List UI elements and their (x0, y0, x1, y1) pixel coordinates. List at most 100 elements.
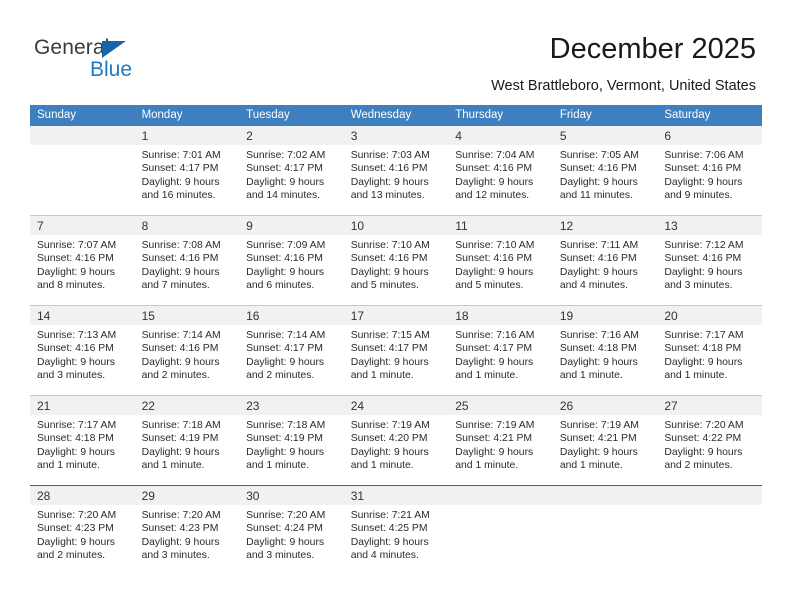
weekday-header-wednesday: Wednesday (343, 105, 449, 126)
daylight-minutes-text: and 13 minutes. (350, 190, 425, 202)
calendar-day-cell[interactable]: 2 Sunrise: 7:02 AM Sunset: 4:17 PM Daylight… (239, 126, 344, 216)
day-details: Sunrise: 7:15 AM Sunset: 4:17 PM Daylight:… (344, 325, 449, 383)
sunset-text: Sunset: 4:17 PM (455, 343, 533, 355)
calendar-day-cell[interactable]: 6 Sunrise: 7:06 AM Sunset: 4:16 PM Daylight… (657, 126, 762, 216)
day-details (448, 505, 553, 509)
day-details: Sunrise: 7:05 AM Sunset: 4:16 PM Daylight:… (553, 145, 658, 203)
weekday-header-thursday: Thursday (448, 105, 553, 126)
daylight-minutes-text: and 1 minute. (350, 460, 414, 472)
calendar-day-cell[interactable]: 13 Sunrise: 7:12 AM Sunset: 4:16 PM Dayligh… (657, 215, 762, 306)
calendar-day-cell-empty (448, 485, 553, 575)
calendar-day-cell[interactable]: 24 Sunrise: 7:19 AM Sunset: 4:20 PM Dayligh… (343, 395, 449, 486)
sunset-text: Sunset: 4:16 PM (37, 343, 114, 355)
day-details: Sunrise: 7:18 AM Sunset: 4:19 PM Daylight:… (135, 415, 240, 473)
calendar-day-cell[interactable]: 7 Sunrise: 7:07 AM Sunset: 4:16 PM Daylight… (30, 215, 135, 306)
day-number: 19 (559, 309, 574, 323)
sunrise-text: Sunrise: 7:17 AM (664, 330, 744, 341)
day-number: 4 (455, 129, 462, 143)
daylight-text: Daylight: 9 hours (37, 356, 115, 368)
day-details: Sunrise: 7:19 AM Sunset: 4:21 PM Daylight:… (448, 415, 553, 473)
day-details: Sunrise: 7:18 AM Sunset: 4:19 PM Daylight:… (239, 415, 344, 473)
day-details: Sunrise: 7:19 AM Sunset: 4:20 PM Daylight:… (344, 415, 449, 473)
calendar-day-cell[interactable]: 28 Sunrise: 7:20 AM Sunset: 4:23 PM Dayligh… (30, 485, 135, 575)
calendar-day-cell[interactable]: 14 Sunrise: 7:13 AM Sunset: 4:16 PM Dayligh… (30, 305, 135, 396)
day-details (553, 505, 658, 509)
calendar-day-cell[interactable]: 18 Sunrise: 7:16 AM Sunset: 4:17 PM Dayligh… (448, 305, 553, 396)
day-number: 23 (246, 399, 260, 413)
calendar-day-cell[interactable]: 30 Sunrise: 7:20 AM Sunset: 4:24 PM Dayligh… (239, 485, 344, 575)
day-number-band: 18 (448, 306, 553, 325)
sunset-text: Sunset: 4:16 PM (559, 253, 637, 265)
day-number-band: 22 (134, 396, 240, 415)
sunrise-text: Sunrise: 7:04 AM (455, 150, 535, 161)
daylight-minutes-text: and 4 minutes. (350, 550, 419, 562)
calendar-day-cell[interactable]: 15 Sunrise: 7:14 AM Sunset: 4:16 PM Dayligh… (134, 305, 240, 396)
daylight-minutes-text: and 4 minutes. (559, 280, 628, 292)
daylight-text: Daylight: 9 hours (37, 446, 115, 458)
sunset-text: Sunset: 4:19 PM (246, 433, 323, 445)
sunset-text: Sunset: 4:16 PM (246, 253, 323, 265)
day-number-band: 8 (134, 216, 240, 235)
day-details: Sunrise: 7:10 AM Sunset: 4:16 PM Daylight:… (344, 235, 449, 293)
calendar-day-cell[interactable]: 23 Sunrise: 7:18 AM Sunset: 4:19 PM Dayligh… (239, 395, 344, 486)
calendar-day-cell[interactable]: 3 Sunrise: 7:03 AM Sunset: 4:16 PM Daylight… (343, 126, 449, 216)
daylight-text: Daylight: 9 hours (559, 266, 638, 278)
calendar-day-cell-empty (552, 485, 658, 575)
day-details: Sunrise: 7:20 AM Sunset: 4:22 PM Daylight:… (657, 415, 762, 473)
calendar-day-cell[interactable]: 10 Sunrise: 7:10 AM Sunset: 4:16 PM Dayligh… (343, 215, 449, 306)
daylight-text: Daylight: 9 hours (141, 266, 220, 278)
day-number: 5 (559, 129, 567, 143)
sunset-text: Sunset: 4:22 PM (664, 433, 742, 445)
day-number-band (657, 486, 762, 505)
day-number-band: 21 (30, 396, 135, 415)
calendar-day-cell[interactable]: 16 Sunrise: 7:14 AM Sunset: 4:17 PM Dayligh… (239, 305, 344, 396)
day-details: Sunrise: 7:13 AM Sunset: 4:16 PM Daylight:… (30, 325, 135, 383)
calendar-day-cell[interactable]: 27 Sunrise: 7:20 AM Sunset: 4:22 PM Dayligh… (657, 395, 762, 486)
daylight-minutes-text: and 1 minute. (559, 370, 623, 382)
daylight-text: Daylight: 9 hours (350, 356, 429, 368)
day-details: Sunrise: 7:03 AM Sunset: 4:16 PM Daylight:… (344, 145, 449, 203)
calendar-day-cell[interactable]: 4 Sunrise: 7:04 AM Sunset: 4:16 PM Daylight… (448, 126, 553, 216)
day-number-band: 12 (552, 216, 658, 235)
sunset-text: Sunset: 4:16 PM (141, 343, 219, 355)
general-blue-logo[interactable]: General Blue (34, 36, 234, 88)
day-details (30, 145, 135, 149)
calendar-day-cell[interactable]: 1 Sunrise: 7:01 AM Sunset: 4:17 PM Daylight… (134, 126, 240, 216)
day-number: 1 (141, 129, 149, 143)
sunrise-text: Sunrise: 7:14 AM (246, 330, 326, 341)
day-details: Sunrise: 7:17 AM Sunset: 4:18 PM Daylight:… (657, 325, 762, 383)
day-number-band: 16 (239, 306, 344, 325)
day-number: 14 (37, 309, 51, 323)
triangle-icon (102, 41, 126, 58)
calendar-day-cell[interactable]: 26 Sunrise: 7:19 AM Sunset: 4:21 PM Dayligh… (552, 395, 658, 486)
calendar-day-cell[interactable]: 17 Sunrise: 7:15 AM Sunset: 4:17 PM Dayligh… (343, 305, 449, 396)
sunset-text: Sunset: 4:23 PM (37, 523, 114, 535)
calendar-day-cell[interactable]: 25 Sunrise: 7:19 AM Sunset: 4:21 PM Dayligh… (448, 395, 553, 486)
calendar-table: Sunday Monday Tuesday Wednesday Thursday… (30, 105, 762, 575)
calendar-day-cell[interactable]: 19 Sunrise: 7:16 AM Sunset: 4:18 PM Dayligh… (552, 305, 658, 396)
sunrise-text: Sunrise: 7:13 AM (37, 330, 117, 341)
calendar-day-cell[interactable]: 20 Sunrise: 7:17 AM Sunset: 4:18 PM Dayligh… (657, 305, 762, 396)
day-number-band: 11 (448, 216, 553, 235)
calendar-day-cell[interactable]: 29 Sunrise: 7:20 AM Sunset: 4:23 PM Dayligh… (134, 485, 240, 575)
day-details: Sunrise: 7:16 AM Sunset: 4:18 PM Daylight:… (553, 325, 658, 383)
sunrise-text: Sunrise: 7:08 AM (141, 240, 221, 251)
calendar-day-cell[interactable]: 5 Sunrise: 7:05 AM Sunset: 4:16 PM Daylight… (552, 126, 658, 216)
day-number-band: 31 (343, 486, 449, 505)
sunrise-text: Sunrise: 7:18 AM (141, 420, 221, 431)
calendar-day-cell[interactable]: 12 Sunrise: 7:11 AM Sunset: 4:16 PM Dayligh… (552, 215, 658, 306)
calendar-day-cell[interactable]: 21 Sunrise: 7:17 AM Sunset: 4:18 PM Dayligh… (30, 395, 135, 486)
calendar-day-cell[interactable]: 9 Sunrise: 7:09 AM Sunset: 4:16 PM Daylight… (239, 215, 344, 306)
day-details: Sunrise: 7:20 AM Sunset: 4:23 PM Daylight:… (135, 505, 240, 563)
daylight-text: Daylight: 9 hours (246, 446, 325, 458)
day-details: Sunrise: 7:10 AM Sunset: 4:16 PM Daylight:… (448, 235, 553, 293)
calendar-day-cell[interactable]: 8 Sunrise: 7:08 AM Sunset: 4:16 PM Daylight… (134, 215, 240, 306)
calendar-day-cell[interactable]: 31 Sunrise: 7:21 AM Sunset: 4:25 PM Dayligh… (343, 485, 449, 575)
calendar-day-cell[interactable]: 22 Sunrise: 7:18 AM Sunset: 4:19 PM Dayligh… (134, 395, 240, 486)
daylight-text: Daylight: 9 hours (664, 266, 743, 278)
daylight-text: Daylight: 9 hours (455, 176, 534, 188)
daylight-minutes-text: and 11 minutes. (559, 190, 633, 202)
sunset-text: Sunset: 4:23 PM (141, 523, 219, 535)
day-number: 13 (664, 219, 678, 233)
calendar-day-cell[interactable]: 11 Sunrise: 7:10 AM Sunset: 4:16 PM Dayligh… (448, 215, 553, 306)
